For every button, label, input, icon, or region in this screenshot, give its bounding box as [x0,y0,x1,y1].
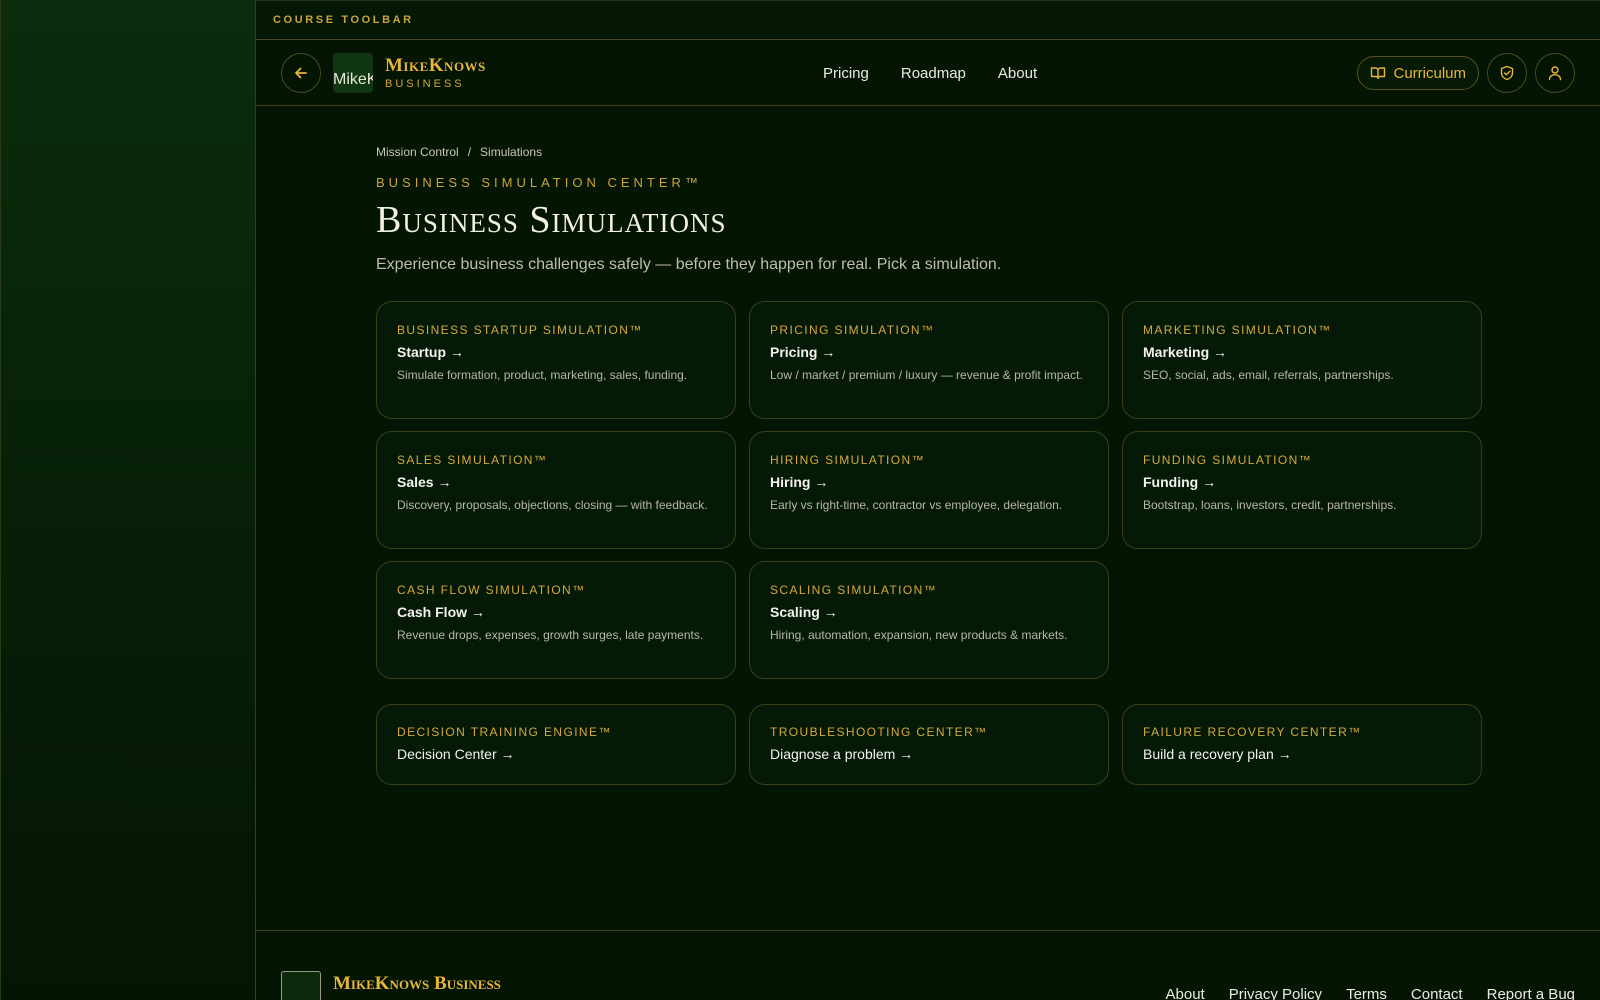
main-area: COURSE TOOLBAR MikeKnows MikeKnows BUSIN… [256,0,1600,1000]
card-description: Bootstrap, loans, investors, credit, par… [1143,498,1397,512]
header-actions: Curriculum [1357,53,1575,93]
simulation-card-hiring[interactable]: HIRING SIMULATION™ Hiring → Early vs rig… [749,431,1109,549]
shield-button[interactable] [1487,53,1527,93]
sidebar [0,0,256,1000]
card-title: Diagnose a problem → [770,746,914,762]
footer-link-about[interactable]: About [1166,986,1205,1000]
footer-links: About Privacy Policy Terms Contact Repor… [1166,986,1576,1000]
card-description: Hiring, automation, expansion, new produ… [770,628,1068,642]
footer-logo[interactable] [281,971,321,1000]
book-open-icon [1371,67,1386,80]
simulation-card-sales[interactable]: SALES SIMULATION™ Sales → Discovery, pro… [376,431,736,549]
shield-check-icon [1500,65,1514,81]
simulation-card-cash-flow[interactable]: CASH FLOW SIMULATION™ Cash Flow → Revenu… [376,561,736,679]
card-title: Hiring → [770,474,829,490]
center-card-troubleshooting[interactable]: TROUBLESHOOTING CENTER™ Diagnose a probl… [749,704,1109,785]
arrow-left-icon [295,67,307,78]
brand[interactable]: MikeKnows BUSINESS [385,55,486,90]
card-description: Revenue drops, expenses, growth surges, … [397,628,704,642]
simulation-card-funding[interactable]: FUNDING SIMULATION™ Funding → Bootstrap,… [1122,431,1482,549]
nav-pricing[interactable]: Pricing [823,65,869,82]
card-eyebrow: FAILURE RECOVERY CENTER™ [1143,725,1362,739]
course-toolbar-label: COURSE TOOLBAR [273,14,414,26]
brand-subtitle: BUSINESS [385,78,465,90]
card-eyebrow: SCALING SIMULATION™ [770,583,938,597]
card-eyebrow: SALES SIMULATION™ [397,453,548,467]
back-button[interactable] [281,52,321,93]
card-eyebrow: DECISION TRAINING ENGINE™ [397,725,612,739]
footer-link-contact[interactable]: Contact [1411,986,1463,1000]
card-title: Sales → [397,474,452,490]
breadcrumb-current: Simulations [480,145,543,159]
page-eyebrow: BUSINESS SIMULATION CENTER™ [376,175,702,190]
simulation-grid: BUSINESS STARTUP SIMULATION™ Startup → S… [376,301,1482,679]
nav-about[interactable]: About [998,65,1037,82]
breadcrumb-separator: / [467,145,472,159]
card-description: Discovery, proposals, objections, closin… [397,498,708,512]
content: Mission Control / Simulations BUSINESS S… [376,145,1482,785]
breadcrumb: Mission Control / Simulations [376,145,1482,159]
simulation-card-startup[interactable]: BUSINESS STARTUP SIMULATION™ Startup → S… [376,301,736,419]
breadcrumb-home[interactable]: Mission Control [376,145,459,159]
card-eyebrow: CASH FLOW SIMULATION™ [397,583,586,597]
card-title: Startup → [397,344,464,360]
card-title: Pricing → [770,344,836,360]
card-description: Simulate formation, product, marketing, … [397,368,688,382]
curriculum-label: Curriculum [1393,64,1466,82]
card-eyebrow: FUNDING SIMULATION™ [1143,453,1313,467]
simulation-card-pricing[interactable]: PRICING SIMULATION™ Pricing → Low / mark… [749,301,1109,419]
card-description: Low / market / premium / luxury — revenu… [770,368,1083,382]
footer-link-terms[interactable]: Terms [1346,986,1387,1000]
card-eyebrow: BUSINESS STARTUP SIMULATION™ [397,323,643,337]
course-toolbar: COURSE TOOLBAR [256,0,1600,40]
center-card-failure-recovery[interactable]: FAILURE RECOVERY CENTER™ Build a recover… [1122,704,1482,785]
card-description: Early vs right-time, contractor vs emplo… [770,498,1063,512]
brand-name: MikeKnows [385,55,486,76]
footer-brand[interactable]: MikeKnows Business [333,973,501,995]
account-button[interactable] [1535,53,1575,93]
page-subtitle: Experience business challenges safely — … [376,256,1002,273]
footer-link-privacy[interactable]: Privacy Policy [1229,986,1322,1000]
card-eyebrow: HIRING SIMULATION™ [770,453,925,467]
center-card-decision[interactable]: DECISION TRAINING ENGINE™ Decision Cente… [376,704,736,785]
centers-grid: DECISION TRAINING ENGINE™ Decision Cente… [376,704,1482,785]
simulation-card-marketing[interactable]: MARKETING SIMULATION™ Marketing → SEO, s… [1122,301,1482,419]
main-nav: Pricing Roadmap About [823,40,1037,106]
footer-link-report-bug[interactable]: Report a Bug [1487,986,1575,1000]
user-icon [1548,66,1562,81]
top-header: MikeKnows MikeKnows BUSINESS Pricing Roa… [256,40,1600,106]
card-title: Decision Center → [397,746,515,762]
card-eyebrow: PRICING SIMULATION™ [770,323,935,337]
page-title: Business Simulations [376,199,727,241]
curriculum-button[interactable]: Curriculum [1357,56,1479,90]
card-eyebrow: MARKETING SIMULATION™ [1143,323,1332,337]
brand-logo-alt: MikeKnows [333,70,373,88]
card-title: Build a recovery plan → [1143,746,1292,762]
nav-roadmap[interactable]: Roadmap [901,65,966,82]
card-title: Scaling → [770,604,838,620]
card-title: Funding → [1143,474,1217,490]
card-description: SEO, social, ads, email, referrals, part… [1143,368,1394,382]
simulation-card-scaling[interactable]: SCALING SIMULATION™ Scaling → Hiring, au… [749,561,1109,679]
card-eyebrow: TROUBLESHOOTING CENTER™ [770,725,988,739]
brand-logo[interactable]: MikeKnows [333,52,373,93]
footer: MikeKnows Business About Privacy Policy … [256,930,1600,1000]
card-title: Marketing → [1143,344,1228,360]
card-title: Cash Flow → [397,604,485,620]
